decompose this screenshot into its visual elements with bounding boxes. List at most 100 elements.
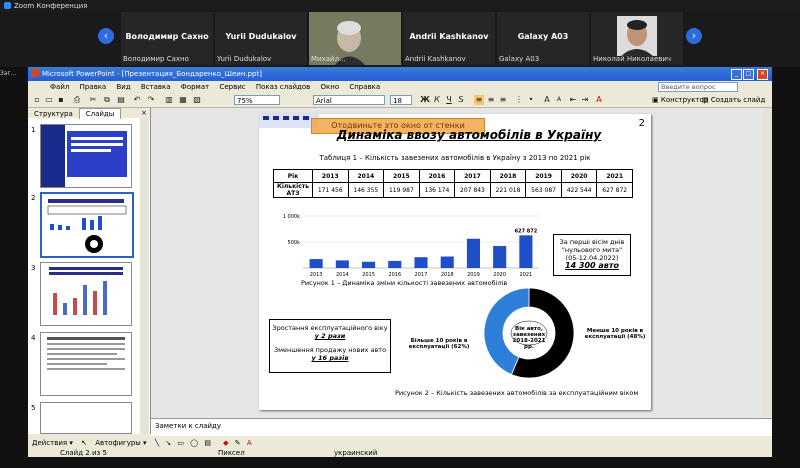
prev-page-icon[interactable]: ‹ bbox=[98, 28, 114, 44]
font-select[interactable]: Arial bbox=[313, 95, 385, 105]
donut-center-label: Вік авто, завезених 2018-2021 рр. bbox=[512, 326, 546, 350]
image-icon[interactable]: ▧ bbox=[192, 95, 202, 105]
bullets-icon[interactable]: • bbox=[526, 95, 536, 105]
shadow-icon[interactable]: S bbox=[456, 95, 466, 105]
font-color-icon[interactable]: A bbox=[594, 95, 604, 105]
notes-placeholder: Заметки к слайду bbox=[155, 422, 222, 430]
info-line: За перші вісім днів bbox=[559, 238, 625, 246]
bold-icon[interactable]: Ж bbox=[420, 95, 430, 105]
print-icon[interactable]: ⎙ bbox=[72, 95, 82, 105]
x-tick-label: 2015 bbox=[362, 272, 375, 278]
table-cell: 207 843 bbox=[454, 182, 491, 198]
indent-icon[interactable]: ⇤ bbox=[568, 95, 578, 105]
pane-scrollbar[interactable] bbox=[140, 118, 149, 434]
copy-icon[interactable]: ⧉ bbox=[102, 95, 112, 105]
undo-icon[interactable]: ↶ bbox=[132, 95, 142, 105]
table-header-cell: 2014 bbox=[347, 169, 385, 183]
close-button[interactable]: × bbox=[757, 69, 768, 80]
redo-icon[interactable]: ↷ bbox=[146, 95, 156, 105]
table-icon[interactable]: ▦ bbox=[178, 95, 188, 105]
menu-tools[interactable]: Сервис bbox=[219, 81, 245, 93]
open-icon[interactable]: ▭ bbox=[44, 95, 54, 105]
cut-icon[interactable]: ✂ bbox=[88, 95, 98, 105]
table-header-cell: Рік bbox=[273, 169, 313, 183]
save-icon[interactable]: ▪ bbox=[56, 95, 66, 105]
menu-view[interactable]: Вид bbox=[116, 81, 130, 93]
maximize-button[interactable]: □ bbox=[743, 69, 754, 80]
menu-slideshow[interactable]: Показ слайдов bbox=[256, 81, 310, 93]
tab-structure[interactable]: Структура bbox=[28, 109, 79, 119]
autoshapes-menu[interactable]: Автофигуры ▾ bbox=[95, 439, 146, 447]
new-file-icon[interactable]: ▫ bbox=[32, 95, 42, 105]
slide-thumb-2[interactable] bbox=[40, 192, 134, 258]
participant-tile[interactable]: Николай Николаевич bbox=[591, 12, 683, 65]
slide-thumb-3[interactable] bbox=[40, 262, 132, 326]
designer-button[interactable]: ▣ Конструктор bbox=[652, 95, 708, 105]
paste-icon[interactable]: ▤ bbox=[116, 95, 126, 105]
data-label: 627 872 bbox=[515, 228, 538, 234]
menu-format[interactable]: Формат bbox=[181, 81, 209, 93]
actions-menu[interactable]: Действия ▾ bbox=[32, 439, 73, 447]
participant-tile[interactable]: Володимир Сахно Володимир Сахно bbox=[121, 12, 213, 65]
participant-tile[interactable]: Yurii Dudukalov Yurii Dudukalov bbox=[215, 12, 307, 65]
menu-window[interactable]: Окно bbox=[321, 81, 340, 93]
bar bbox=[519, 235, 533, 268]
zoom-select[interactable]: 75% bbox=[234, 95, 280, 105]
text-color-icon[interactable]: A bbox=[247, 439, 252, 447]
help-search-input[interactable]: Введите вопрос bbox=[658, 82, 738, 92]
slide-thumb-4[interactable] bbox=[40, 332, 132, 396]
participant-label: Володимир Сахно bbox=[123, 55, 189, 63]
align-right-icon[interactable]: ≡ bbox=[498, 95, 508, 105]
notes-pane[interactable]: Заметки к слайду bbox=[151, 418, 772, 436]
slide-title[interactable]: Динаміка ввозу автомобілів в Україну bbox=[319, 128, 619, 142]
editor-scrollbar[interactable] bbox=[763, 108, 772, 418]
participant-video-tile[interactable]: Михайл... bbox=[309, 12, 401, 65]
minimize-button[interactable]: _ bbox=[731, 69, 742, 80]
underline-icon[interactable]: Ч bbox=[444, 95, 454, 105]
status-language: украинский bbox=[334, 449, 378, 457]
participant-tile[interactable]: Galaxy A03 Galaxy A03 bbox=[497, 12, 589, 65]
italic-icon[interactable]: К bbox=[432, 95, 442, 105]
fill-color-icon[interactable]: ◆ bbox=[223, 439, 228, 447]
info-line: "нульового мита" bbox=[561, 246, 623, 254]
tab-slides[interactable]: Слайды bbox=[78, 108, 122, 119]
line-icon[interactable]: ╲ bbox=[155, 439, 159, 447]
pane-tabs: Структура Слайды × bbox=[28, 108, 150, 119]
participant-tile[interactable]: Andrii Kashkanov Andrii Kashkanov bbox=[403, 12, 495, 65]
zoom-logo-icon bbox=[4, 2, 11, 9]
decrease-font-icon[interactable]: A bbox=[554, 95, 564, 105]
pointer-icon[interactable]: ↖ bbox=[81, 439, 87, 447]
arrow-icon[interactable]: ↘ bbox=[165, 439, 171, 447]
align-left-icon[interactable]: ≡ bbox=[474, 95, 484, 105]
rectangle-icon[interactable]: ▭ bbox=[177, 439, 184, 447]
slide-thumb-1[interactable] bbox=[40, 124, 132, 188]
pane-close-icon[interactable]: × bbox=[141, 108, 147, 118]
new-slide-button[interactable]: ▤ Создать слайд bbox=[702, 95, 765, 105]
thumb-number: 4 bbox=[31, 334, 36, 342]
numbering-icon[interactable]: ⋮ bbox=[514, 95, 524, 105]
oval-icon[interactable]: ◯ bbox=[190, 439, 198, 447]
ppt-app-icon bbox=[31, 69, 39, 77]
menu-help[interactable]: Справка bbox=[349, 81, 380, 93]
outdent-icon[interactable]: ⇥ bbox=[580, 95, 590, 105]
slides-pane: Структура Слайды × 1 2 3 4 5 bbox=[28, 108, 151, 434]
chart-icon[interactable]: ▥ bbox=[164, 95, 174, 105]
thumb-number: 5 bbox=[31, 404, 36, 412]
increase-font-icon[interactable]: A bbox=[542, 95, 552, 105]
textbox-icon[interactable]: ▤ bbox=[204, 439, 211, 447]
align-center-icon[interactable]: ≡ bbox=[486, 95, 496, 105]
slide-thumb-5[interactable] bbox=[40, 402, 132, 434]
menu-edit[interactable]: Правка bbox=[80, 81, 107, 93]
toolbar: ▫ ▭ ▪ ⎙ ✂ ⧉ ▤ ↶ ↷ ▥ ▦ ▧ 75% Arial 18 Ж К… bbox=[28, 93, 772, 108]
bar bbox=[493, 246, 507, 268]
summary-box: Зростання експлуатаційного віку у 2 рази… bbox=[269, 319, 391, 373]
table-header-cell: 2017 bbox=[454, 169, 491, 183]
bar bbox=[414, 257, 428, 268]
line-color-icon[interactable]: ✎ bbox=[235, 439, 241, 447]
font-size-select[interactable]: 18 bbox=[390, 95, 412, 105]
menu-file[interactable]: Файл bbox=[50, 81, 69, 93]
menu-bar: Файл Правка Вид Вставка Формат Сервис По… bbox=[28, 81, 772, 93]
slide[interactable]: Отодвиньте это окно от стенки 2 Динаміка… bbox=[259, 114, 651, 410]
next-page-icon[interactable]: › bbox=[686, 28, 702, 44]
menu-insert[interactable]: Вставка bbox=[141, 81, 171, 93]
